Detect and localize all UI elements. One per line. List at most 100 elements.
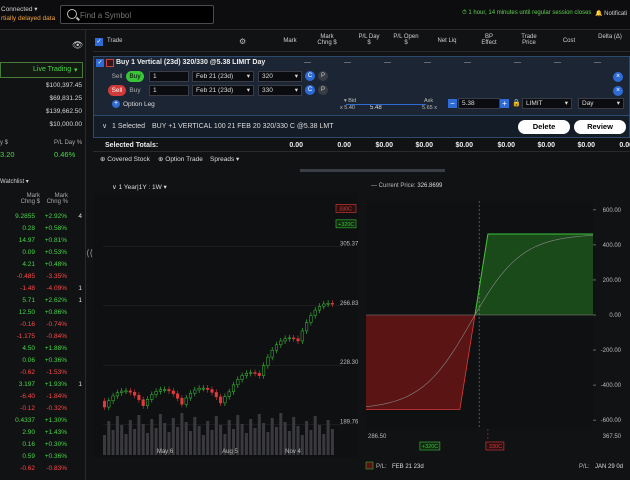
volume-bar [193,417,197,455]
collapse-handle[interactable]: ⟨⟨ [86,248,93,259]
col-pl-day[interactable]: P/L Day $ [357,34,381,46]
col-net-liq[interactable]: Net Liq [433,38,461,44]
watchlist-mark-pct: +0.86% [44,309,67,316]
order-type-select[interactable]: LIMIT ▾ [522,98,572,109]
candle-body [145,399,150,406]
watchlist-row[interactable]: 0.28 +0.58% [0,223,85,235]
leg1-call-toggle[interactable]: C [305,71,315,81]
leg2-put-toggle[interactable]: P [318,85,328,95]
watchlist-row[interactable]: 14.97 +0.81% [0,235,85,247]
watchlist-row[interactable]: 0.09 +0.53% [0,247,85,259]
leg1-sell-button[interactable]: Sell [108,71,126,82]
watchlist-row[interactable]: -0.485 -3.35% [0,271,85,283]
col-bp-effect[interactable]: BP Effect [477,34,501,46]
watchlist-mark-pct: +1.93% [44,381,67,388]
watchlist-row[interactable]: 9.2855 +2.92% 4 [0,211,85,223]
leg1-expiration-select[interactable]: Feb 21 (23d) ▾ [192,71,254,82]
watchlist-row[interactable]: -0.62 -1.53% [0,367,85,379]
notifications-button[interactable]: 🔔 Notificati [595,10,627,17]
order-checkbox[interactable]: ✓ [96,59,104,67]
candle-body [150,394,154,400]
total-value: $0.00 [577,142,595,149]
leg1-quantity-field[interactable]: 1 [149,71,189,82]
watchlist-col-mark-chng[interactable]: Mark Chng $ [18,193,40,205]
col-delta[interactable]: Delta (Δ) [597,34,623,40]
watchlist-row[interactable]: -0.62 -0.83% [0,463,85,475]
price-decrement-button[interactable]: − [448,99,457,108]
col-pl-open[interactable]: P/L Open $ [393,34,419,46]
bid-ask-slider[interactable] [346,104,426,105]
watchlist-row[interactable]: -1.48 -4.09% 1 [0,283,85,295]
col-mark-chng[interactable]: Mark Chng $ [313,34,341,46]
leg2-quantity-field[interactable]: 1 [149,85,189,96]
watchlist-row[interactable]: 5.71 +2.62% 1 [0,295,85,307]
spreads-dropdown[interactable]: Spreads ▾ [210,155,239,163]
watchlist-row[interactable]: -6.40 -1.84% [0,391,85,403]
live-trading-button[interactable]: Live Trading ▾ [0,62,83,78]
col-mark[interactable]: Mark [279,38,301,44]
gear-icon[interactable]: ⚙ [239,37,246,46]
watchlist-mark-pct: -0.84% [46,333,67,340]
leg2-expiration-select[interactable]: Feb 21 (23d) ▾ [192,85,254,96]
review-button[interactable]: Review [574,120,626,134]
leg1-strike-select[interactable]: 320 ▾ [258,71,302,82]
y-tick-label: 0.00 [609,313,621,319]
price-chart[interactable]: 305.37 266.83 228.30 189.76 330C +320C May 6 Au… [93,193,359,458]
connection-status[interactable]: Connected ▾ [1,5,38,13]
watchlist-row[interactable]: 4.21 +0.48% [0,259,85,271]
eye-icon[interactable]: 👁 [72,40,83,51]
watchlist-row[interactable]: 12.50 +0.86% [0,307,85,319]
search-input[interactable] [80,9,210,21]
leg1-buy-button[interactable]: Buy [126,71,144,82]
limit-price-input[interactable]: 5.38 [458,98,500,109]
col-trade-price[interactable]: Trade Price [515,34,543,46]
total-value: $0.00 [497,142,515,149]
leg1-remove-icon[interactable]: × [613,72,623,82]
risk-profile-chart[interactable]: 600.00 400.00 200.00 0.00 -200.00 -400.00 -600… [365,201,623,470]
col-cost[interactable]: Cost [557,38,581,44]
watchlist-row[interactable]: -1.175 -0.84% [0,331,85,343]
watchlist-row[interactable]: -0.12 -0.32% [0,403,85,415]
leg2-sell-button[interactable]: Sell [108,85,126,96]
select-all-checkbox[interactable]: ✓ [95,38,103,46]
watchlist-row[interactable]: 0.06 +0.36% [0,355,85,367]
time-in-force-select[interactable]: Day ▾ [578,98,624,109]
watchlist-row[interactable]: 0.16 +0.30% [0,439,85,451]
volume-bar [330,429,334,455]
leg2-call-toggle[interactable]: C [305,85,315,95]
chevron-down-icon[interactable]: ∨ [102,122,107,130]
loss-area [366,315,475,410]
symbol-search[interactable] [60,5,214,24]
add-option-leg-icon[interactable]: + [112,100,120,108]
watchlist-mark-chng: -0.62 [20,465,35,472]
pl-strike-marker-label: +320C [422,444,438,450]
leg1-put-toggle[interactable]: P [318,71,328,81]
price-increment-button[interactable]: + [500,99,509,108]
col-trade[interactable]: Trade [107,38,122,44]
watchlist-row[interactable]: 0.59 +0.36% [0,451,85,463]
lock-icon[interactable]: 🔒 [512,99,521,107]
delete-button[interactable]: Delete [518,120,570,134]
watchlist-row[interactable]: 0.4337 +1.30% [0,415,85,427]
watchlist-col-mark-pct[interactable]: Mark Chng % [44,193,68,205]
y-tick-label: 189.76 [340,420,359,426]
add-option-leg-button[interactable]: Option Leg [123,101,155,108]
candle-body [322,303,326,307]
watchlist-row[interactable]: 2.90 +1.43% [0,427,85,439]
chart-period-dropdown[interactable]: ∨ 1 Year|1Y : 1W ▾ [112,183,167,191]
candle-body [210,389,214,393]
leg2-buy-button[interactable]: Buy [126,85,144,96]
panel-splitter[interactable] [300,169,445,172]
watchlist-row[interactable]: 3.197 +1.93% 1 [0,379,85,391]
option-trade-button[interactable]: ⊕ Option Trade [158,155,203,163]
watchlist-row[interactable]: -0.16 -0.74% [0,319,85,331]
balance-3: $139,662.50 [45,108,82,115]
covered-stock-button[interactable]: ⊕ Covered Stock [100,155,150,163]
leg2-remove-icon[interactable]: × [613,86,623,96]
watchlist-row[interactable]: 4.50 +1.88% [0,343,85,355]
bell-icon: 🔔 [595,11,603,17]
watchlist-dropdown[interactable]: Watchlist ▾ [0,178,29,185]
leg2-strike-select[interactable]: 330 ▾ [258,85,302,96]
candle-body [305,322,309,332]
balance-2: $69,831.25 [49,95,82,102]
